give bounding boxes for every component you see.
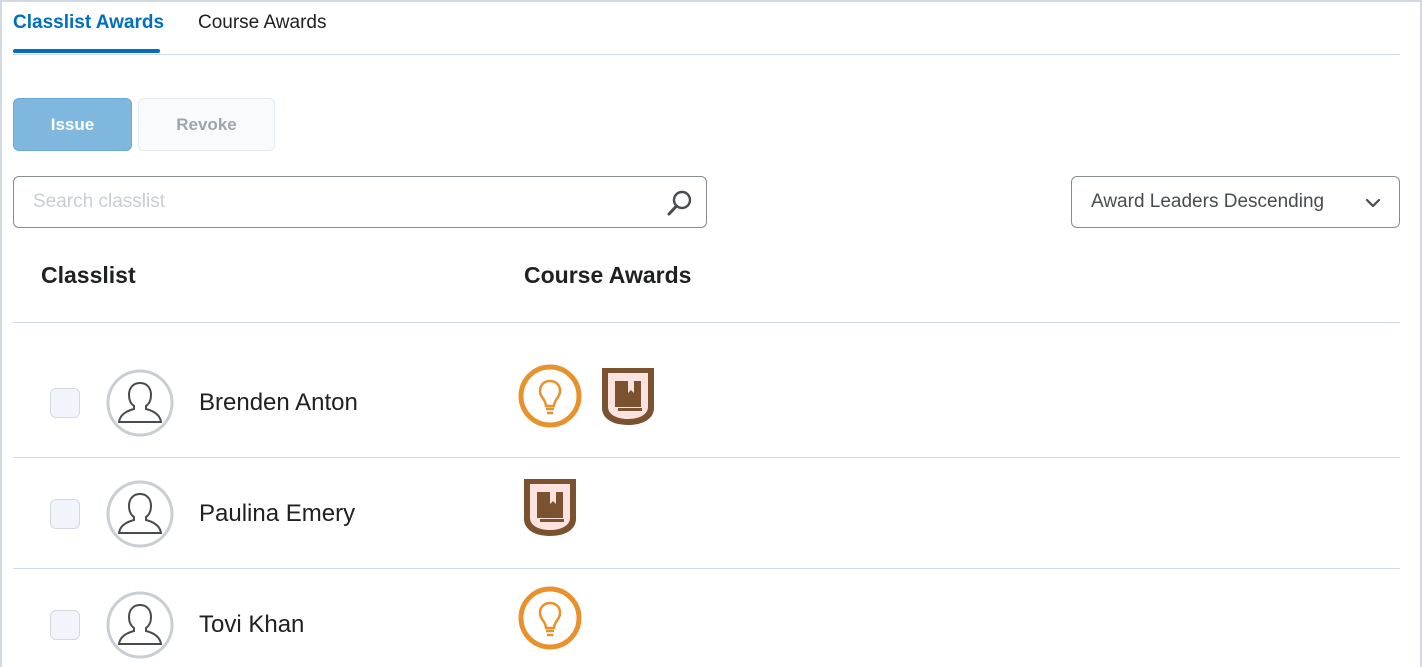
active-tab-indicator (13, 49, 160, 53)
row-checkbox[interactable] (50, 499, 80, 529)
table-row: Brenden Anton (13, 347, 1400, 458)
lightbulb-award-icon[interactable] (518, 364, 582, 428)
table-row: Tovi Khan (13, 569, 1400, 667)
row-checkbox[interactable] (50, 610, 80, 640)
search-icon[interactable] (666, 189, 694, 217)
tab-classlist-awards[interactable]: Classlist Awards (13, 12, 164, 34)
issue-button[interactable]: Issue (13, 98, 132, 151)
tab-course-awards[interactable]: Course Awards (198, 12, 327, 34)
student-name[interactable]: Brenden Anton (199, 389, 358, 417)
row-checkbox[interactable] (50, 388, 80, 418)
student-name[interactable]: Tovi Khan (199, 611, 304, 639)
award-list (518, 364, 660, 428)
award-list (518, 586, 582, 650)
sort-select[interactable]: Award Leaders Descending (1071, 176, 1400, 228)
book-award-icon[interactable] (518, 475, 582, 539)
header-divider (13, 322, 1400, 323)
column-header-course-awards: Course Awards (524, 262, 692, 288)
table-row: Paulina Emery (13, 458, 1400, 569)
tab-bar: Classlist Awards Course Awards (13, 0, 1400, 55)
lightbulb-award-icon[interactable] (518, 586, 582, 650)
chevron-down-icon (1365, 198, 1381, 208)
revoke-button[interactable]: Revoke (138, 98, 275, 151)
book-award-icon[interactable] (596, 364, 660, 428)
avatar-icon (106, 480, 174, 548)
award-list (518, 475, 582, 539)
avatar-icon (106, 591, 174, 659)
student-name[interactable]: Paulina Emery (199, 500, 355, 528)
search-placeholder: Search classlist (33, 191, 165, 212)
column-header-classlist: Classlist (41, 262, 136, 288)
sort-selected-value: Award Leaders Descending (1091, 191, 1325, 212)
avatar-icon (106, 369, 174, 437)
search-input[interactable]: Search classlist (13, 176, 707, 228)
